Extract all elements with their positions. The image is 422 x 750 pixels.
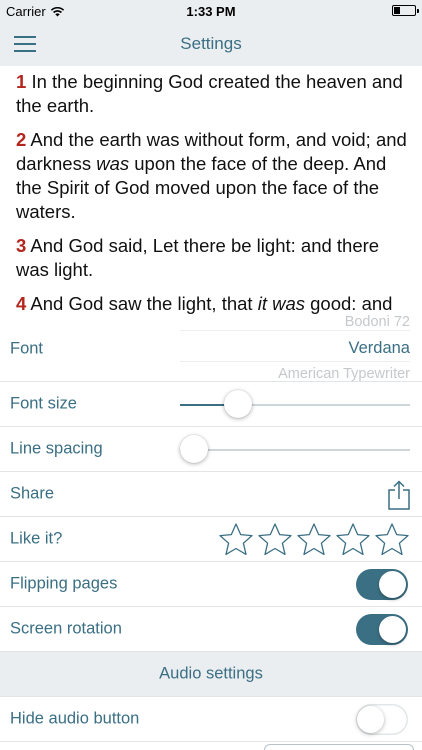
hide-audio-row: Hide audio button xyxy=(0,697,422,742)
star-outline-icon[interactable] xyxy=(335,522,371,558)
verse: 4 And God saw the light, that it was goo… xyxy=(16,292,408,316)
flipping-pages-row: Flipping pages xyxy=(0,562,422,607)
verse-number: 3 xyxy=(16,235,27,256)
verse-text: it was xyxy=(257,293,305,314)
verse: 2 And the earth was without form, and vo… xyxy=(16,128,408,224)
flipping-pages-toggle[interactable] xyxy=(356,569,408,600)
line-spacing-slider-thumb[interactable] xyxy=(180,435,208,463)
font-row: Font Bodoni 72 Verdana American Typewrit… xyxy=(0,315,422,382)
share-icon[interactable] xyxy=(386,480,412,510)
star-outline-icon[interactable] xyxy=(374,522,410,558)
font-picker[interactable]: Bodoni 72 Verdana American Typewriter xyxy=(180,315,410,382)
next-control-peek[interactable] xyxy=(264,744,414,750)
verse: 1 In the beginning God created the heave… xyxy=(16,70,408,118)
audio-settings-title: Audio settings xyxy=(159,664,263,683)
verse-number: 1 xyxy=(16,71,27,92)
font-size-slider-thumb[interactable] xyxy=(223,390,252,418)
hide-audio-label: Hide audio button xyxy=(10,709,140,728)
status-bar: Carrier 1:33 PM xyxy=(0,0,422,22)
font-option-selected[interactable]: Verdana xyxy=(180,336,410,362)
verse-text: And God saw the light, that xyxy=(30,293,258,314)
font-label: Font xyxy=(10,339,44,357)
flipping-pages-label: Flipping pages xyxy=(10,574,118,593)
rating-stars[interactable] xyxy=(218,522,410,558)
font-option[interactable]: Bodoni 72 xyxy=(180,315,410,331)
verse-text: And God said, Let there be light: and th… xyxy=(16,235,380,280)
share-label: Share xyxy=(10,484,55,503)
settings-panel: Font Bodoni 72 Verdana American Typewrit… xyxy=(0,315,422,750)
star-outline-icon[interactable] xyxy=(218,522,254,558)
hide-audio-toggle[interactable] xyxy=(356,704,408,735)
font-size-row: Font size xyxy=(0,382,422,427)
battery-icon xyxy=(392,5,419,16)
share-row[interactable]: Share xyxy=(0,472,422,517)
status-time: 1:33 PM xyxy=(186,4,236,19)
font-size-label: Font size xyxy=(10,394,77,413)
screen-rotation-row: Screen rotation xyxy=(0,607,422,652)
star-outline-icon[interactable] xyxy=(296,522,332,558)
font-size-slider[interactable] xyxy=(180,390,410,418)
verse-number: 4 xyxy=(16,293,27,314)
star-outline-icon[interactable] xyxy=(257,522,293,558)
audio-settings-header: Audio settings xyxy=(0,652,422,697)
verse-text: In the beginning God created the heaven … xyxy=(16,71,403,116)
line-spacing-label: Line spacing xyxy=(10,439,103,458)
like-label: Like it? xyxy=(10,529,63,548)
screen-rotation-label: Screen rotation xyxy=(10,619,122,638)
nav-bar: Settings xyxy=(0,22,422,66)
verse-number: 2 xyxy=(16,129,27,150)
screen-rotation-toggle[interactable] xyxy=(356,614,408,645)
page-title: Settings xyxy=(180,34,242,53)
line-spacing-row: Line spacing xyxy=(0,427,422,472)
font-option[interactable]: American Typewriter xyxy=(180,366,410,382)
verse: 3 And God said, Let there be light: and … xyxy=(16,234,408,282)
verse-text: was xyxy=(96,153,130,174)
like-row: Like it? xyxy=(0,517,422,562)
scripture-reader: 1 In the beginning God created the heave… xyxy=(0,66,422,316)
line-spacing-slider[interactable] xyxy=(180,435,410,463)
